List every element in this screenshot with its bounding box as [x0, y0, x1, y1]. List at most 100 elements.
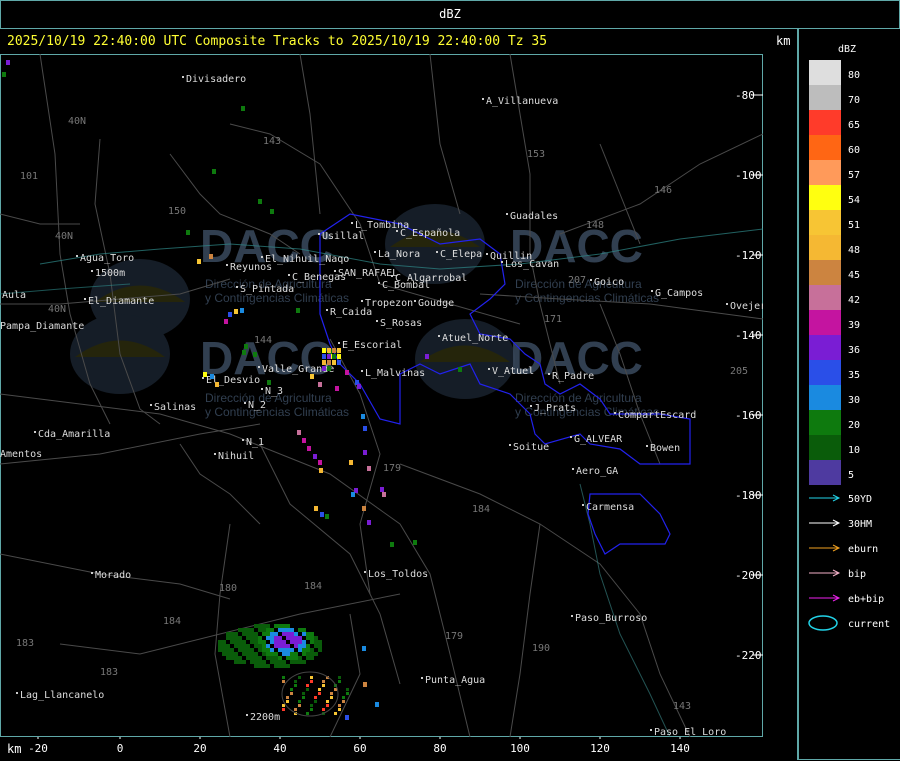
radar-echo-cell	[238, 644, 242, 648]
radar-echo-cell	[226, 656, 230, 660]
town-dot	[651, 290, 653, 292]
legend-label: 54	[848, 195, 860, 206]
radar-echo-cell	[266, 636, 270, 640]
x-tick-label: 120	[590, 742, 610, 755]
radar-echo-cell	[246, 632, 250, 636]
y-tick-label: -120	[735, 249, 762, 262]
town-dot	[261, 388, 263, 390]
radar-echo-cell	[234, 309, 238, 314]
radar-echo-cell	[250, 632, 254, 636]
radar-echo-cell	[278, 624, 282, 628]
route-number-label: 101	[20, 171, 38, 182]
radar-echo-cell	[278, 628, 282, 632]
radar-echo-cell	[254, 636, 258, 640]
town-label: Agua_Toro	[80, 253, 134, 264]
radar-echo-cell	[307, 446, 311, 451]
legend-label: 57	[848, 170, 860, 181]
radar-echo-cell	[306, 632, 310, 636]
radar-echo-cell	[363, 682, 367, 687]
radar-echo-cell	[286, 628, 290, 632]
radar-echo-cell	[262, 640, 266, 644]
radar-echo-cell	[342, 696, 345, 699]
radar-echo-cell	[286, 664, 290, 668]
town-label: Goico	[594, 277, 624, 288]
x-tick-label: 100	[510, 742, 530, 755]
radar-echo-cell	[224, 319, 228, 324]
radar-echo-cell	[242, 660, 246, 664]
town-label: R_Caida	[330, 307, 372, 318]
x-tick-label: 40	[273, 742, 286, 755]
radar-echo-cell	[258, 664, 262, 668]
radar-echo-cell	[226, 636, 230, 640]
radar-echo-cell	[302, 692, 305, 695]
town-dot	[246, 714, 248, 716]
radar-echo-cell	[306, 712, 309, 715]
radar-echo-cell	[234, 644, 238, 648]
radar-echo-cell	[258, 636, 262, 640]
town-label: Guadales	[510, 211, 558, 222]
town-label: C_Española	[400, 228, 460, 239]
radar-echo-cell	[209, 254, 213, 259]
radar-echo-cell	[286, 656, 290, 660]
radar-echo-cell	[294, 660, 298, 664]
radar-echo-cell	[246, 636, 250, 640]
town-dot	[376, 320, 378, 322]
radar-echo-cell	[246, 656, 250, 660]
radar-echo-cell	[258, 624, 262, 628]
route-number-label: 183	[100, 667, 118, 678]
radar-echo-cell	[238, 640, 242, 644]
radar-echo-cell	[266, 652, 270, 656]
town-dot	[501, 261, 503, 263]
track-legend-label: eb+bip	[848, 594, 884, 605]
radar-echo-cell	[294, 640, 298, 644]
town-dot	[364, 571, 366, 573]
radar-echo-cell	[310, 636, 314, 640]
radar-echo-cell	[314, 652, 318, 656]
radar-map-canvas[interactable]: DACC DACC DACC DACC Dirección de Agricul…	[0, 54, 763, 737]
radar-echo-cell	[222, 640, 226, 644]
timestamp-text: 2025/10/19 22:40:00 UTC Composite Tracks…	[7, 34, 548, 49]
route-number-label: 171	[544, 314, 562, 325]
radar-map[interactable]: DACC DACC DACC DACC Dirección de Agricul…	[0, 54, 763, 737]
town-dot	[391, 275, 393, 277]
radar-echo-cell	[2, 72, 6, 77]
radar-echo-cell	[413, 540, 417, 545]
town-dot	[396, 230, 398, 232]
radar-echo-cell	[326, 700, 329, 703]
radar-echo-cell	[290, 632, 294, 636]
radar-echo-cell	[314, 640, 318, 644]
route-number-label: 144	[254, 335, 272, 346]
radar-echo-cell	[380, 487, 384, 492]
radar-echo-cell	[306, 656, 310, 660]
radar-echo-cell	[262, 660, 266, 664]
town-dot	[571, 615, 573, 617]
radar-echo-cell	[332, 360, 336, 365]
radar-echo-cell	[230, 656, 234, 660]
y-tick-label: -160	[735, 409, 762, 422]
radar-echo-cell	[230, 648, 234, 652]
radar-echo-cell	[262, 652, 266, 656]
radar-echo-cell	[218, 644, 222, 648]
town-label: V_Atuel	[492, 366, 534, 377]
radar-echo-cell	[278, 644, 282, 648]
town-label: Carmensa	[586, 502, 634, 513]
radar-echo-cell	[234, 640, 238, 644]
radar-echo-cell	[234, 632, 238, 636]
current-ellipse-icon	[808, 615, 838, 631]
radar-echo-cell	[212, 169, 216, 174]
town-dot	[236, 286, 238, 288]
legend-swatch-5	[809, 460, 841, 485]
radar-echo-cell	[270, 656, 274, 660]
radar-echo-cell	[282, 676, 285, 679]
town-dot	[361, 370, 363, 372]
radar-echo-cell	[230, 640, 234, 644]
town-dot	[650, 729, 652, 731]
radar-echo-cell	[327, 360, 331, 365]
radar-echo-cell	[270, 648, 274, 652]
y-tick-label: -80	[735, 89, 755, 102]
legend-swatch-45	[809, 260, 841, 285]
radar-echo-cell	[230, 636, 234, 640]
radar-echo-cell	[314, 506, 318, 511]
radar-echo-cell	[458, 367, 462, 372]
radar-echo-cell	[274, 656, 278, 660]
